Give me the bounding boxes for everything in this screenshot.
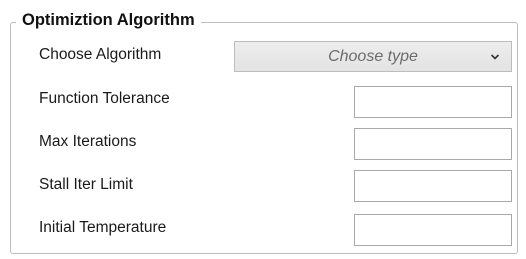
algorithm-dropdown-value: Choose type <box>328 48 418 65</box>
function-tolerance-input[interactable] <box>354 86 512 118</box>
choose-algorithm-label: Choose Algorithm <box>39 46 162 63</box>
chevron-down-icon <box>490 54 500 60</box>
function-tolerance-label: Function Tolerance <box>39 90 170 107</box>
algorithm-dropdown[interactable]: Choose type <box>234 41 512 72</box>
stall-iter-limit-label: Stall Iter Limit <box>39 176 133 193</box>
stall-iter-limit-input[interactable] <box>354 170 512 202</box>
max-iterations-label: Max Iterations <box>39 133 137 150</box>
group-title: Optimiztion Algorithm <box>16 9 201 31</box>
initial-temperature-input[interactable] <box>354 214 512 246</box>
initial-temperature-label: Initial Temperature <box>39 219 167 236</box>
max-iterations-input[interactable] <box>354 128 512 160</box>
